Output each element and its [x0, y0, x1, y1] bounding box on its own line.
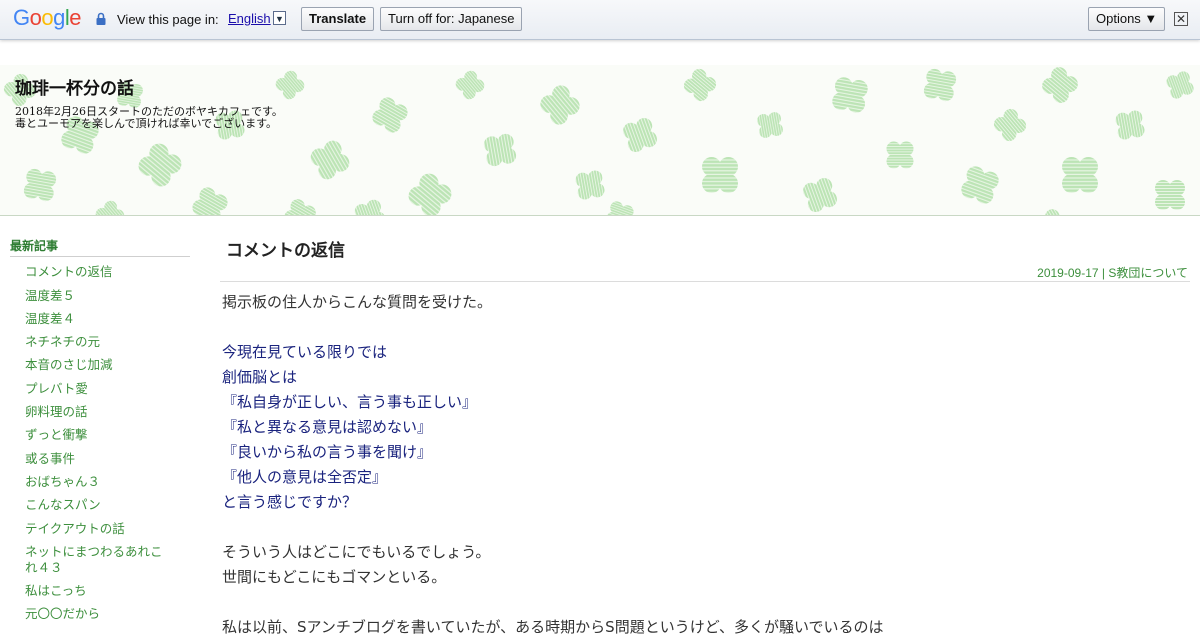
quoted-line: 今現在見ている限りでは	[222, 343, 388, 361]
clover-shape	[404, 169, 456, 215]
clover-shape	[886, 141, 914, 169]
post-body: 掲示板の住人からこんな質問を受けた。 今現在見ている限りでは 創価脳とは『私自身が正…	[222, 290, 1182, 640]
clover-shape	[604, 199, 636, 215]
clover-shape	[93, 198, 127, 215]
google-logo: Google	[13, 5, 82, 30]
clover-shape	[830, 75, 870, 115]
recent-post-link[interactable]: ずっと衝撃	[25, 427, 190, 443]
post-title[interactable]: コメントの返信	[226, 236, 1190, 261]
recent-post-link[interactable]: 本音のさじ加減	[25, 357, 190, 373]
clover-shape	[281, 196, 319, 215]
clover-shape	[1155, 180, 1185, 210]
description-line-2: 毒とユーモアを楽しんで頂ければ幸いでございます。	[15, 116, 278, 130]
body-line: 私は以前、Sアンチブログを書いていたが、ある時期からS問題というけど、多くが騒い…	[222, 618, 884, 636]
clover-shape	[958, 163, 1002, 207]
clover-shape	[134, 139, 186, 191]
clover-shape	[990, 105, 1030, 145]
clover-shape	[1038, 65, 1082, 107]
clover-shape	[307, 137, 353, 183]
article: コメントの返信 2019-09-17 | S教団について 掲示板の住人からこんな…	[220, 236, 1190, 636]
clover-shape	[1164, 69, 1196, 101]
clover-shape	[453, 68, 487, 102]
clover-shape	[22, 167, 58, 203]
recent-post-link[interactable]: 私はこっち	[25, 583, 190, 599]
recent-post-link[interactable]: 元〇〇だから	[25, 606, 190, 622]
post-category[interactable]: S教団について	[1108, 266, 1188, 280]
close-icon[interactable]: ✕	[1174, 12, 1188, 26]
recent-post-link[interactable]: ネチネチの元	[25, 334, 190, 350]
language-link[interactable]: English	[228, 11, 271, 26]
quoted-line: 『他人の意見は全否定』	[222, 468, 388, 486]
quoted-line: と言う感じですか？	[222, 493, 358, 511]
lock-icon	[96, 12, 106, 25]
clover-shape	[702, 157, 738, 193]
clover-shape	[536, 81, 584, 129]
clover-shape	[273, 68, 307, 102]
meta-separator: |	[1098, 266, 1109, 280]
options-button[interactable]: Options ▼	[1088, 7, 1166, 31]
blog-description: 2018年2月26日スタートのただのボヤキカフェです。 毒とユーモアを楽しんで頂…	[15, 106, 283, 129]
recent-post-link[interactable]: コメントの返信	[25, 264, 190, 280]
blog-title[interactable]: 珈琲一杯分の話	[15, 74, 134, 99]
sidebar: 最新記事 コメントの返信 温度差５ 温度差４ ネチネチの元 本音のさじ加減 プレ…	[10, 237, 190, 622]
body-line: 掲示板の住人からこんな質問を受けた。	[222, 293, 493, 311]
header-banner	[0, 65, 1200, 216]
description-line-1: 2018年2月26日スタートのただのボヤキカフェです。	[15, 105, 283, 118]
quoted-line: 『良いから私の言う事を聞け』	[222, 443, 433, 461]
clover-shape	[574, 169, 606, 201]
clover-shape	[922, 67, 958, 103]
translate-button[interactable]: Translate	[301, 7, 375, 31]
language-dropdown-icon[interactable]: ▼	[273, 11, 286, 25]
recent-posts-heading: 最新記事	[10, 237, 190, 257]
clover-shape	[189, 184, 231, 215]
recent-post-link[interactable]: テイクアウトの話	[25, 521, 190, 537]
clover-shape	[1031, 206, 1069, 215]
body-line: そういう人はどこにでもいるでしょう。	[222, 543, 491, 561]
clover-shape	[680, 65, 720, 105]
clover-pattern	[0, 65, 1196, 215]
recent-post-link[interactable]: プレバト愛	[25, 381, 190, 397]
quoted-line: 『私自身が正しい、言う事も正しい』	[222, 393, 478, 411]
quoted-line: 創価脳とは	[222, 368, 298, 386]
clover-shape	[1114, 109, 1146, 141]
recent-post-link[interactable]: 温度差４	[25, 311, 190, 327]
view-page-label: View this page in:	[117, 12, 219, 27]
title-divider	[220, 281, 1190, 282]
post-date[interactable]: 2019-09-17	[1037, 266, 1098, 280]
body-line: 世間にもどこにもゴマンといる。	[222, 568, 447, 586]
recent-post-link[interactable]: 卵料理の話	[25, 404, 190, 420]
recent-post-link[interactable]: こんなスパン	[25, 497, 190, 513]
recent-post-link[interactable]: ネットにまつわるあれこれ４３	[25, 544, 170, 576]
post-meta: 2019-09-17 | S教団について	[1037, 264, 1188, 281]
recent-post-link[interactable]: 温度差５	[25, 288, 190, 304]
recent-post-link[interactable]: 或る事件	[25, 451, 190, 467]
clover-shape	[482, 132, 518, 168]
turn-off-button[interactable]: Turn off for: Japanese	[380, 7, 523, 31]
clover-shape	[756, 111, 784, 139]
clover-shape	[1062, 157, 1098, 193]
clover-shape	[369, 94, 411, 136]
clover-shape	[352, 197, 388, 215]
recent-posts-list: コメントの返信 温度差５ 温度差４ ネチネチの元 本音のさじ加減 プレバト愛 卵…	[10, 264, 190, 622]
translate-bar: Google View this page in: English ▼ Tran…	[0, 0, 1200, 40]
clover-shape	[620, 115, 660, 155]
recent-post-link[interactable]: おばちゃん３	[25, 474, 190, 490]
quoted-line: 『私と異なる意見は認めない』	[222, 418, 433, 436]
clover-shape	[800, 175, 840, 215]
